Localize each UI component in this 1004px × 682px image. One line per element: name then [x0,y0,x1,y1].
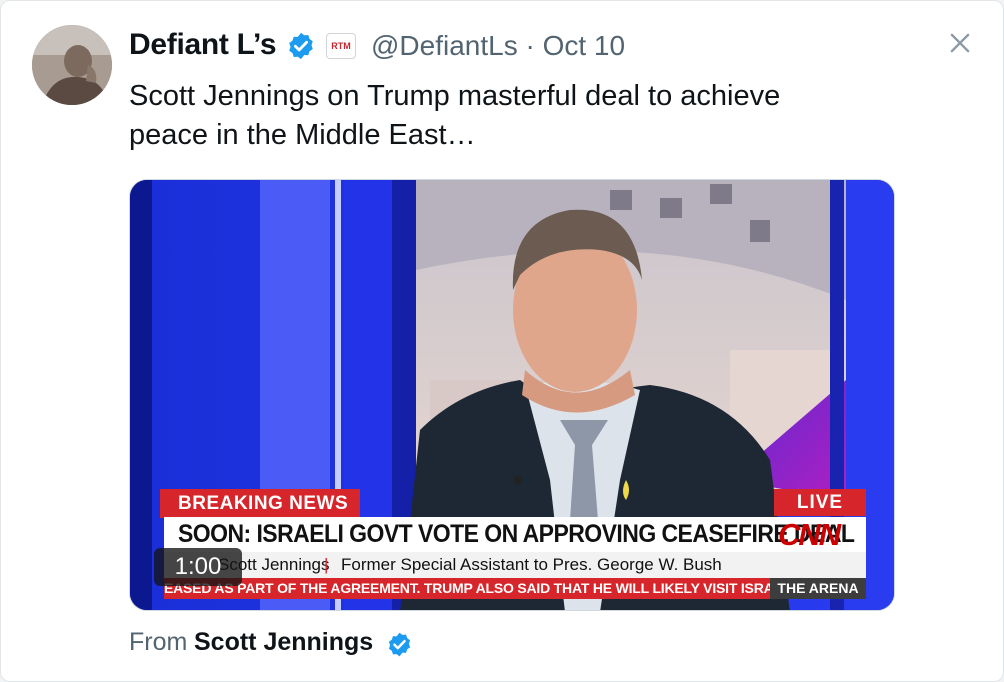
post-text-line: Scott Jennings on Trump masterful deal t… [129,80,781,112]
guest-title: Former Special Assistant to Pres. George… [341,555,722,574]
news-chyron: BREAKING NEWS LIVE SOON: ISRAELI GOVT VO… [130,180,894,610]
cnn-logo: CNN [778,517,841,552]
verified-badge-icon [289,32,313,60]
show-name: THE ARENA [770,578,866,599]
verified-badge-icon [388,632,411,657]
close-icon[interactable] [946,29,974,57]
news-ticker: EASED AS PART OF THE AGREEMENT. TRUMP AL… [164,578,770,599]
video-player[interactable]: BREAKING NEWS LIVE SOON: ISRAELI GOVT VO… [129,179,895,611]
avatar[interactable] [32,25,112,105]
lower-third-separator: | [324,555,329,574]
live-label: LIVE [774,489,866,516]
display-name[interactable]: Defiant L’s [129,28,277,62]
post-text: Scott Jennings on Trump masterful deal t… [129,77,909,155]
video-duration: 1:00 [154,548,242,586]
attribution-name[interactable]: Scott Jennings [194,628,373,657]
handle-and-date[interactable]: @DefiantLs · Oct 10 [371,30,625,62]
headline-text: SOON: ISRAELI GOVT VOTE ON APPROVING CEA… [178,520,855,548]
affiliate-badge[interactable]: RTM [326,33,356,59]
avatar-image [32,25,112,105]
breaking-news-label: BREAKING NEWS [160,489,360,518]
post-card: Defiant L’s RTM @DefiantLs · Oct 10 Scot… [0,0,1004,682]
attribution-prefix: From [129,628,188,656]
post-text-line: peace in the Middle East… [129,119,476,151]
